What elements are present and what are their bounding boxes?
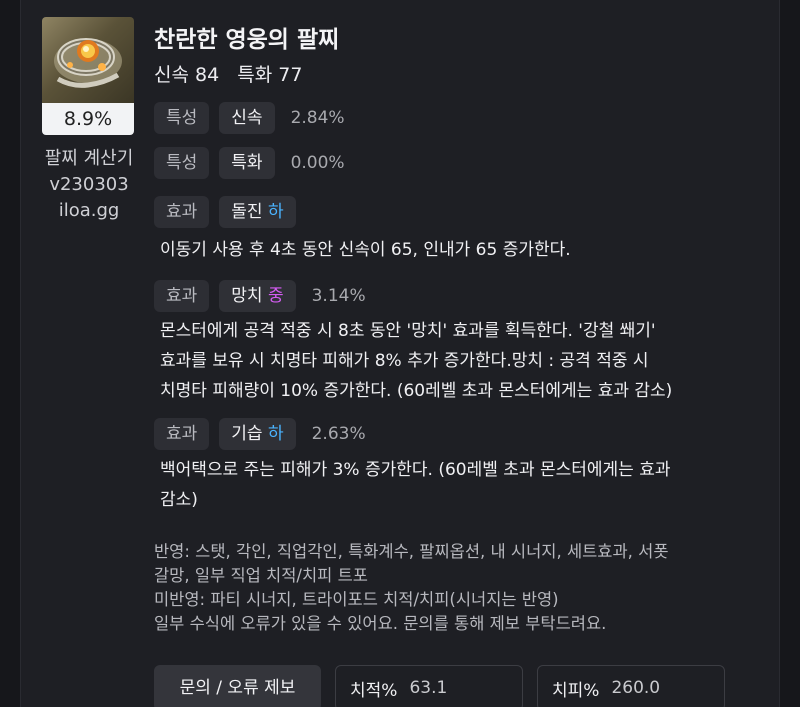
description-line: 감소) xyxy=(160,490,198,510)
crit-damage-label: 치피% xyxy=(552,680,600,701)
report-error-button[interactable]: 문의 / 오류 제보 xyxy=(154,665,321,707)
option-description: 이동기 사용 후 4초 동안 신속이 65, 인내가 65 증가한다. xyxy=(160,235,750,265)
option-type-chip: 특성 xyxy=(154,147,210,179)
item-efficiency-percent: 8.9% xyxy=(42,103,134,135)
option-name: 기습 xyxy=(231,424,263,444)
calculator-title: 팔찌 계산기 xyxy=(44,148,134,169)
item-stats: 신속 84 특화 77 xyxy=(154,64,303,86)
option-name-chip: 망치 중 xyxy=(219,280,296,312)
note-line: 반영: 스탯, 각인, 직업각인, 특화계수, 팔찌옵션, 내 시너지, 세트효… xyxy=(154,542,669,561)
calculator-info: 팔찌 계산기 v230303 iloa.gg xyxy=(30,146,148,224)
option-name-chip: 특화 xyxy=(219,147,275,179)
note-line: 갈망, 일부 직업 치적/치피 트포 xyxy=(154,566,368,585)
description-line: 몬스터에게 공격 적중 시 8초 동안 '망치' 효과를 획득한다. '강철 쐐… xyxy=(160,321,656,341)
option-name: 망치 xyxy=(231,286,263,306)
crit-rate-label: 치적% xyxy=(350,680,398,701)
description-line: 백어택으로 주는 피해가 3% 증가한다. (60레벨 초과 몬스터에게는 효과 xyxy=(160,460,671,480)
option-value: 2.63% xyxy=(311,424,366,444)
option-type-chip: 효과 xyxy=(154,418,210,450)
option-grade: 하 xyxy=(267,424,284,444)
option-type-chip: 효과 xyxy=(154,280,210,312)
option-type-chip: 효과 xyxy=(154,196,210,228)
calculator-site-link[interactable]: iloa.gg xyxy=(30,198,148,224)
option-row: 효과 돌진 하 xyxy=(154,196,306,228)
item-name: 찬란한 영웅의 팔찌 xyxy=(154,27,340,53)
option-grade: 중 xyxy=(267,286,284,306)
option-name-chip: 신속 xyxy=(219,102,275,134)
crit-damage-value[interactable]: 260.0 xyxy=(611,678,660,698)
description-line: 효과를 보유 시 치명타 피해가 8% 추가 증가한다.망치 : 공격 적중 시 xyxy=(160,351,649,371)
note-line: 미반영: 파티 시너지, 트라이포드 치적/치피(시너지는 반영) xyxy=(154,590,559,609)
option-name-chip: 돌진 하 xyxy=(219,196,296,228)
description-line: 치명타 피해량이 10% 증가한다. (60레벨 초과 몬스터에게는 효과 감소… xyxy=(160,381,673,401)
option-name: 돌진 xyxy=(231,202,263,222)
calculation-notes: 반영: 스탯, 각인, 직업각인, 특화계수, 팔찌옵션, 내 시너지, 세트효… xyxy=(154,540,754,636)
bracelet-item-icon xyxy=(42,17,134,103)
note-line: 일부 수식에 오류가 있을 수 있어요. 문의를 통해 제보 부탁드려요. xyxy=(154,614,607,633)
option-type-chip: 특성 xyxy=(154,102,210,134)
option-row: 특성 특화 0.00% xyxy=(154,147,345,179)
calculator-version: v230303 xyxy=(49,174,129,195)
option-name-chip: 기습 하 xyxy=(219,418,296,450)
option-description: 백어택으로 주는 피해가 3% 증가한다. (60레벨 초과 몬스터에게는 효과… xyxy=(160,455,750,515)
option-grade: 하 xyxy=(267,202,284,222)
option-row: 효과 기습 하 2.63% xyxy=(154,418,366,450)
description-line: 이동기 사용 후 4초 동안 신속이 65, 인내가 65 증가한다. xyxy=(160,240,571,260)
option-value: 2.84% xyxy=(290,108,345,128)
crit-rate-field[interactable]: 치적% 63.1 xyxy=(335,665,523,707)
option-value: 0.00% xyxy=(290,153,345,173)
option-row: 효과 망치 중 3.14% xyxy=(154,280,366,312)
option-value: 3.14% xyxy=(311,286,366,306)
crit-rate-value[interactable]: 63.1 xyxy=(409,678,447,698)
option-description: 몬스터에게 공격 적중 시 8초 동안 '망치' 효과를 획득한다. '강철 쐐… xyxy=(160,316,750,406)
option-row: 특성 신속 2.84% xyxy=(154,102,345,134)
crit-damage-field[interactable]: 치피% 260.0 xyxy=(537,665,725,707)
